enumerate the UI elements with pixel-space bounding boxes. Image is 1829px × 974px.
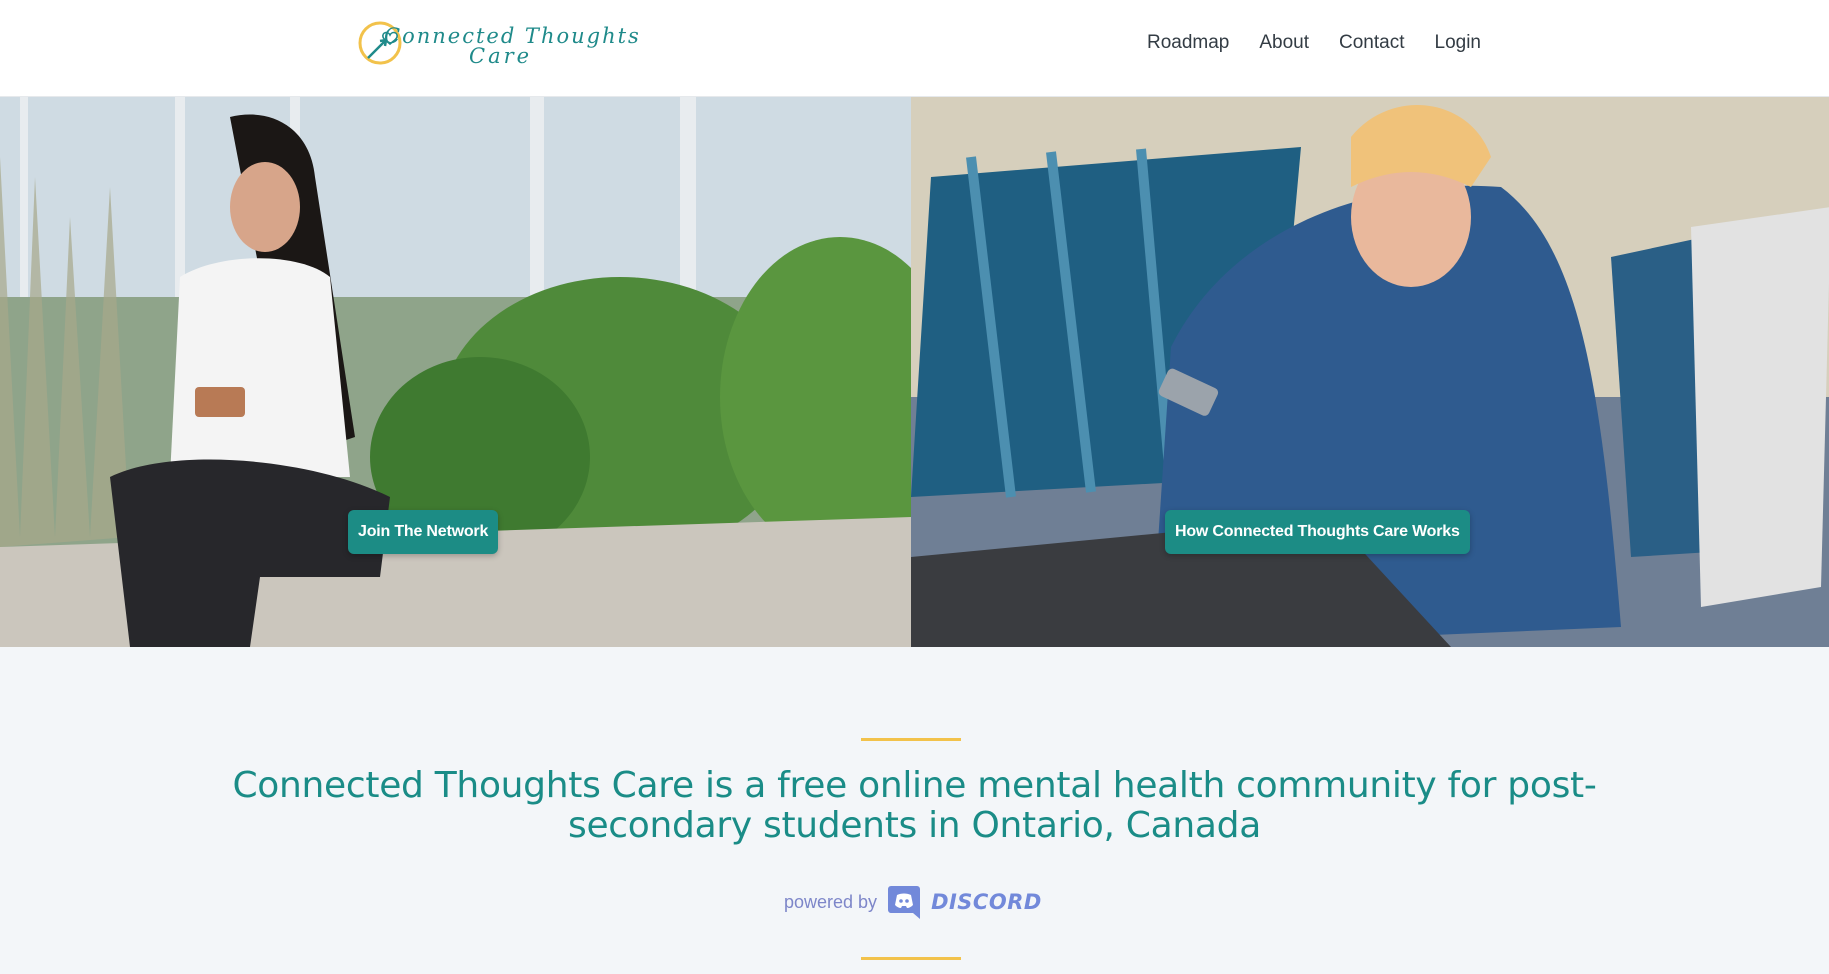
mission-statement: Connected Thoughts Care is a free online… (232, 765, 1597, 846)
woman-texting-outdoors-photo: Join The Network (0, 97, 911, 647)
nav-contact[interactable]: Contact (1339, 32, 1404, 54)
site-logo[interactable]: Connected Thoughts Care (356, 14, 639, 70)
nav-about[interactable]: About (1259, 32, 1309, 54)
divider-top (861, 738, 961, 741)
nav-login[interactable]: Login (1435, 32, 1482, 54)
powered-by-label: powered by (784, 891, 878, 912)
nav-roadmap[interactable]: Roadmap (1147, 32, 1229, 54)
logo-text-line2: Care (469, 44, 533, 68)
powered-by-discord[interactable]: powered by DISCORD (784, 880, 1042, 924)
indoor-scene-illustration (911, 97, 1829, 647)
woman-with-blanket-on-couch-photo: How Connected Thoughts Care Works (911, 97, 1829, 647)
divider-bottom (861, 957, 961, 960)
discord-wordmark: DISCORD (931, 890, 1042, 914)
outdoor-scene-illustration (0, 97, 911, 647)
how-it-works-button[interactable]: How Connected Thoughts Care Works (1165, 510, 1470, 554)
discord-icon (888, 886, 921, 919)
join-network-button[interactable]: Join The Network (348, 510, 499, 554)
main-nav: Roadmap About Contact Login (1147, 32, 1481, 54)
site-header: Connected Thoughts Care Roadmap About Co… (0, 0, 1829, 97)
hero-section: Join The Network How Connected Thoughts … (0, 97, 1829, 647)
